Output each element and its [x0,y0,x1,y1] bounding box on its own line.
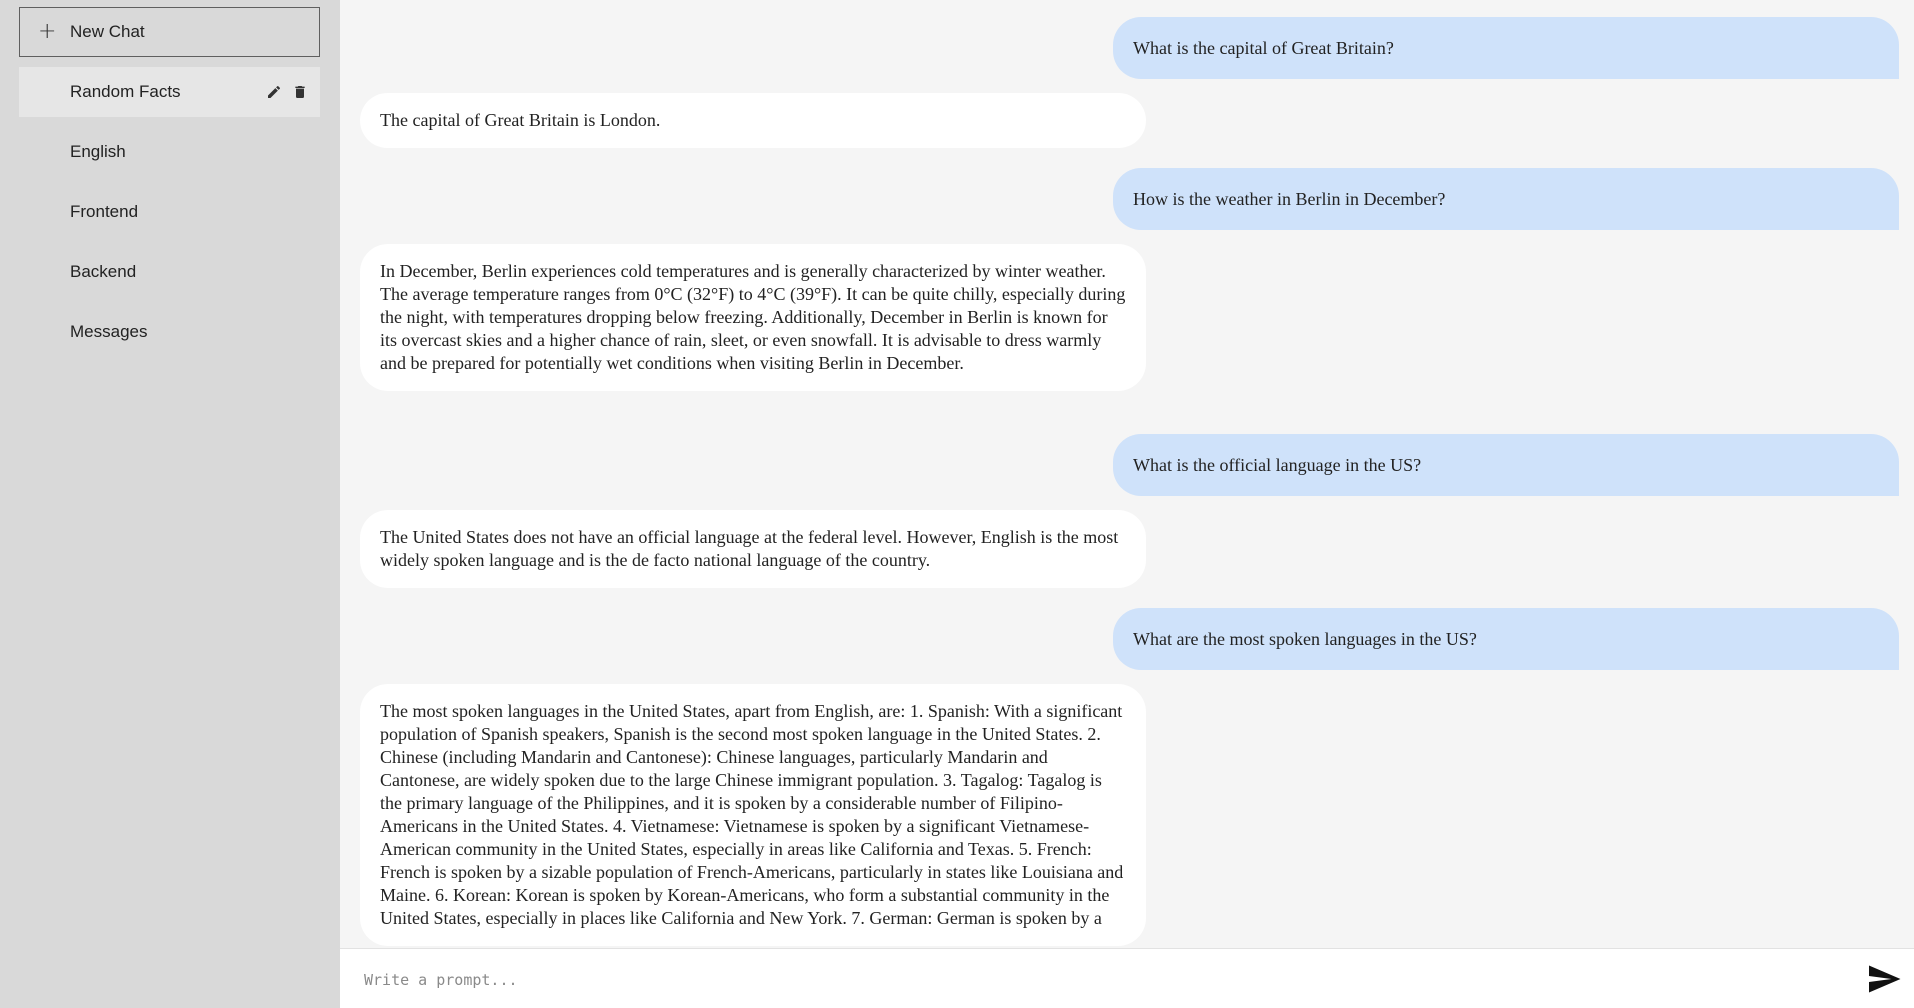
user-message: What are the most spoken languages in th… [1113,608,1899,670]
chat-item-actions [266,67,308,117]
sidebar-item-messages[interactable]: Messages [19,307,320,357]
assistant-message: In December, Berlin experiences cold tem… [360,244,1146,391]
prompt-input[interactable] [362,959,1806,1001]
sidebar: + New Chat Random Facts English Frontend… [0,0,340,1008]
user-message: What is the official language in the US? [1113,434,1899,496]
sidebar-item-english[interactable]: English [19,127,320,177]
pencil-icon[interactable] [266,84,282,100]
send-button[interactable] [1866,961,1902,997]
assistant-message: The most spoken languages in the United … [360,684,1146,946]
sidebar-item-random-facts[interactable]: Random Facts [19,67,320,117]
sidebar-item-label: Random Facts [70,82,181,101]
sidebar-item-label: English [70,142,126,161]
trash-icon[interactable] [292,84,308,100]
sidebar-item-label: Frontend [70,202,139,221]
send-icon [1869,965,1901,993]
user-message: What is the capital of Great Britain? [1113,17,1899,79]
user-message: How is the weather in Berlin in December… [1113,168,1899,230]
assistant-message: The capital of Great Britain is London. [360,93,1146,148]
message-list[interactable]: What is the capital of Great Britain? Th… [340,0,1914,948]
new-chat-button[interactable]: + New Chat [19,7,320,57]
chat-app: + New Chat Random Facts English Frontend… [0,0,1914,1008]
prompt-bar [340,948,1914,1008]
new-chat-label: New Chat [70,22,145,41]
sidebar-item-backend[interactable]: Backend [19,247,320,297]
sidebar-item-label: Messages [70,322,148,341]
sidebar-item-frontend[interactable]: Frontend [19,187,320,237]
plus-icon: + [38,19,57,44]
sidebar-item-label: Backend [70,262,137,281]
assistant-message: The United States does not have an offic… [360,510,1146,588]
